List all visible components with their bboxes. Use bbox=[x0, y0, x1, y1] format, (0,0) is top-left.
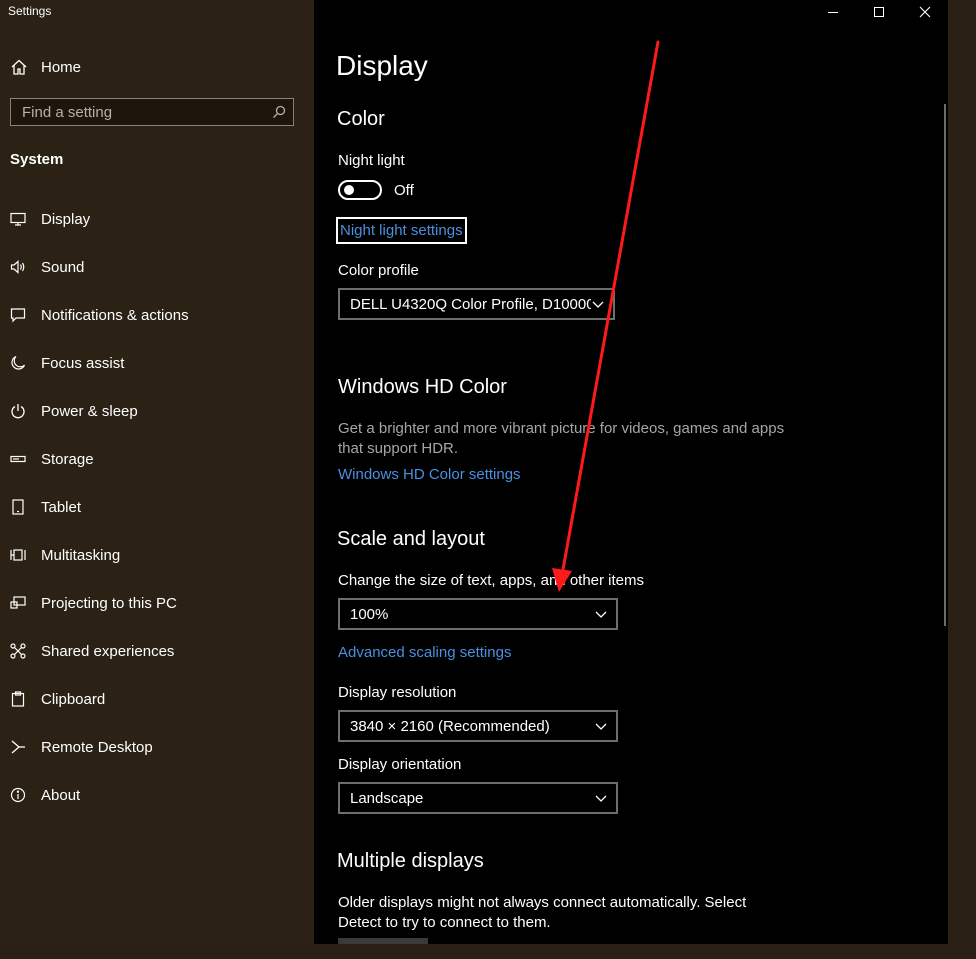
night-light-state: Off bbox=[394, 182, 414, 199]
settings-window: Settings Home Find a setting System Disp… bbox=[0, 0, 948, 944]
multitasking-icon bbox=[10, 549, 26, 561]
scrollbar[interactable] bbox=[944, 104, 946, 626]
orientation-dropdown[interactable]: Landscape bbox=[338, 782, 618, 814]
sidebar-item-label: Power & sleep bbox=[41, 402, 138, 420]
orientation-label: Display orientation bbox=[338, 756, 462, 773]
projecting-icon bbox=[10, 596, 26, 609]
sidebar-item-clipboard[interactable]: Clipboard bbox=[10, 688, 105, 710]
remote-desktop-icon bbox=[11, 740, 25, 754]
home-icon bbox=[11, 59, 27, 75]
chevron-down-icon bbox=[595, 611, 607, 618]
power-icon bbox=[11, 404, 25, 419]
chevron-down-icon bbox=[592, 301, 604, 308]
resolution-dropdown[interactable]: 3840 × 2160 (Recommended) bbox=[338, 710, 618, 742]
color-profile-label: Color profile bbox=[338, 262, 419, 279]
sidebar-item-remote-desktop[interactable]: Remote Desktop bbox=[10, 736, 153, 758]
hd-color-settings-link[interactable]: Windows HD Color settings bbox=[338, 466, 521, 483]
advanced-scaling-link[interactable]: Advanced scaling settings bbox=[338, 644, 511, 661]
sidebar-item-display[interactable]: Display bbox=[10, 208, 90, 230]
hd-color-description: Get a brighter and more vibrant picture … bbox=[338, 420, 785, 457]
sidebar-item-multitasking[interactable]: Multitasking bbox=[10, 544, 120, 566]
content-pane: Display Color Night light Off Night ligh… bbox=[314, 0, 948, 944]
speaker-icon bbox=[10, 260, 25, 274]
search-box[interactable]: Find a setting bbox=[10, 98, 294, 126]
sidebar-item-shared-experiences[interactable]: Shared experiences bbox=[10, 640, 174, 662]
sidebar-item-sound[interactable]: Sound bbox=[10, 256, 84, 278]
sidebar-item-label: Tablet bbox=[41, 498, 82, 516]
sidebar-item-label: Notifications & actions bbox=[41, 306, 189, 324]
page-title: Display bbox=[336, 50, 428, 81]
scale-dropdown[interactable]: 100% bbox=[338, 598, 618, 630]
clipboard-icon bbox=[11, 691, 25, 707]
section-label-system: System bbox=[10, 151, 64, 168]
color-heading: Color bbox=[337, 108, 385, 130]
sidebar-item-label: Display bbox=[41, 210, 91, 228]
sidebar-item-tablet[interactable]: Tablet bbox=[10, 496, 81, 518]
sidebar-item-label: Clipboard bbox=[41, 690, 106, 708]
sidebar-item-label: Focus assist bbox=[41, 354, 125, 372]
sidebar-item-storage[interactable]: Storage bbox=[10, 448, 94, 470]
color-profile-dropdown[interactable]: DELL U4320Q Color Profile, D10000 bbox=[338, 288, 615, 320]
sidebar-item-about[interactable]: About bbox=[10, 784, 80, 806]
sidebar: Settings Home Find a setting System Disp… bbox=[0, 0, 314, 944]
resolution-value: 3840 × 2160 (Recommended) bbox=[350, 717, 550, 735]
scale-value: 100% bbox=[350, 605, 389, 623]
scale-layout-heading: Scale and layout bbox=[337, 528, 485, 550]
sidebar-item-label: About bbox=[41, 786, 81, 804]
night-light-toggle[interactable] bbox=[338, 180, 382, 200]
sidebar-item-notifications[interactable]: Notifications & actions bbox=[10, 304, 189, 326]
night-light-label: Night light bbox=[338, 152, 405, 169]
sidebar-item-projecting[interactable]: Projecting to this PC bbox=[10, 592, 177, 614]
night-light-settings-link[interactable]: Night light settings bbox=[336, 217, 467, 244]
app-title: Settings bbox=[8, 4, 52, 18]
home-label: Home bbox=[41, 58, 82, 76]
multiple-displays-heading: Multiple displays bbox=[337, 850, 484, 872]
scale-label: Change the size of text, apps, and other… bbox=[338, 572, 645, 589]
sidebar-item-label: Remote Desktop bbox=[41, 738, 153, 756]
notification-icon bbox=[10, 308, 26, 323]
chevron-down-icon bbox=[595, 795, 607, 802]
multiple-displays-description: Older displays might not always connect … bbox=[338, 894, 747, 931]
sidebar-item-label: Multitasking bbox=[41, 546, 121, 564]
home-button[interactable]: Home bbox=[10, 56, 81, 78]
sidebar-item-label: Projecting to this PC bbox=[41, 594, 177, 612]
chevron-down-icon bbox=[595, 723, 607, 730]
hd-color-heading: Windows HD Color bbox=[338, 376, 507, 398]
monitor-icon bbox=[10, 212, 26, 226]
detect-button[interactable] bbox=[338, 938, 428, 944]
color-profile-value: DELL U4320Q Color Profile, D10000 bbox=[350, 295, 591, 313]
sidebar-item-label: Sound bbox=[41, 258, 85, 276]
shared-icon bbox=[10, 643, 26, 659]
orientation-value: Landscape bbox=[350, 789, 424, 807]
toggle-knob bbox=[344, 185, 354, 195]
sidebar-item-focus-assist[interactable]: Focus assist bbox=[10, 352, 124, 374]
sidebar-item-label: Shared experiences bbox=[41, 642, 175, 660]
search-icon[interactable] bbox=[271, 104, 287, 120]
info-icon bbox=[10, 787, 26, 803]
storage-icon bbox=[10, 455, 26, 463]
sidebar-item-label: Storage bbox=[41, 450, 94, 468]
moon-icon bbox=[11, 355, 26, 370]
sidebar-item-power-sleep[interactable]: Power & sleep bbox=[10, 400, 138, 422]
search-input[interactable]: Find a setting bbox=[11, 104, 271, 121]
tablet-icon bbox=[12, 499, 24, 515]
resolution-label: Display resolution bbox=[338, 684, 457, 701]
